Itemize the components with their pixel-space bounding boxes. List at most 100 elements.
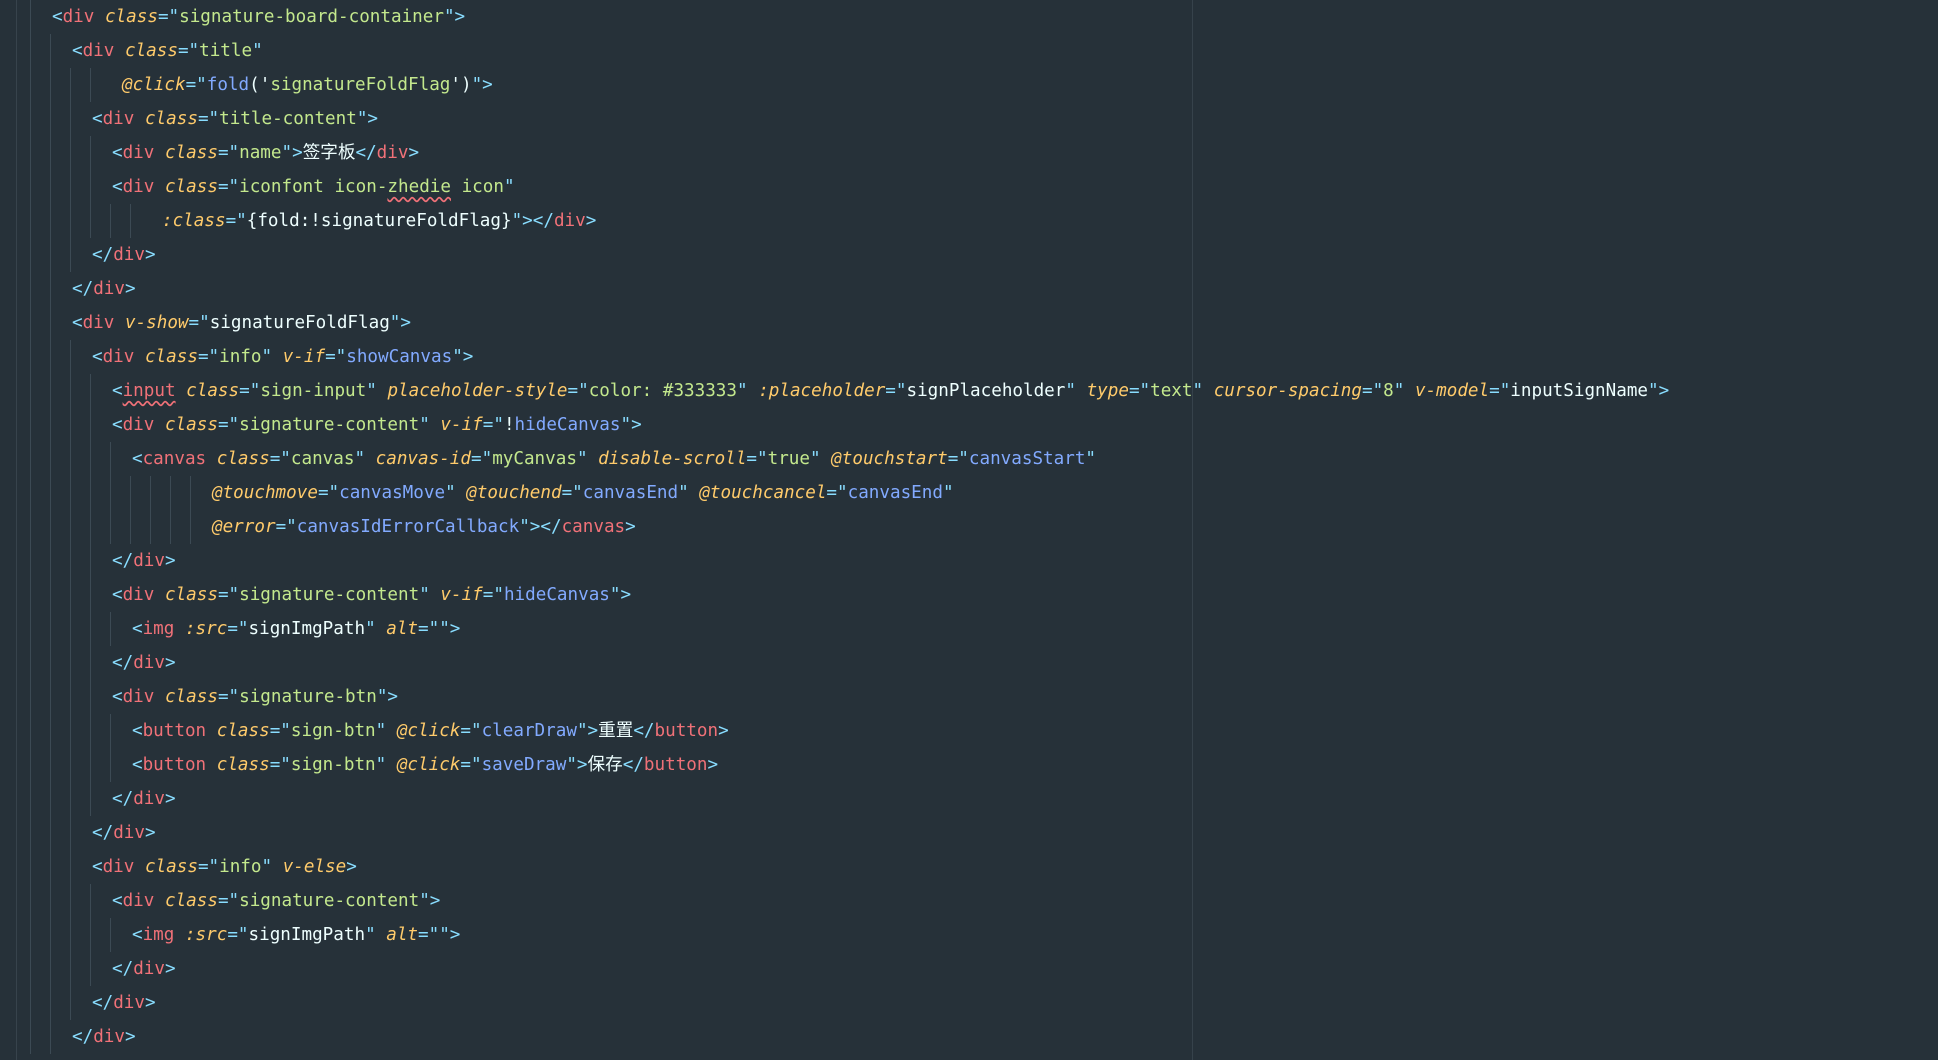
indent-guide	[30, 272, 31, 306]
code-line[interactable]: @touchmove =" canvasMove " @touchend =" canva…	[0, 476, 1938, 510]
code-line[interactable]: </div >	[0, 782, 1938, 816]
code-token: <	[112, 381, 123, 401]
code-line[interactable]: @error =" canvasIdErrorCallback "> </canvas >	[0, 510, 1938, 544]
code-token: class	[164, 891, 218, 911]
indent-guide	[50, 646, 51, 680]
code-token: canvasEnd	[582, 483, 679, 503]
indent-guide	[50, 1020, 51, 1054]
indent-guide	[30, 884, 31, 918]
code-token: type	[1086, 381, 1129, 401]
code-token: signature-content	[239, 891, 420, 911]
code-token: div	[93, 1027, 125, 1047]
indent-guide	[90, 918, 91, 952]
code-token: div	[62, 7, 95, 27]
code-token: ="	[1361, 381, 1384, 401]
code-token: "	[1065, 381, 1076, 401]
code-token: </	[532, 211, 554, 231]
code-line[interactable]: < div v-show =" signatureFoldFlag ">	[0, 306, 1938, 340]
code-token: color: #333333	[588, 381, 737, 401]
code-line[interactable]: </div >	[0, 952, 1938, 986]
code-token: </	[622, 755, 644, 775]
code-token: {fold:!signatureFoldFlag}	[246, 211, 512, 231]
indent-guide	[50, 238, 51, 272]
indent-guide	[90, 782, 91, 816]
code-line[interactable]: < div class =" signature-content " v-if =" hid…	[0, 578, 1938, 612]
code-token: canvas	[142, 449, 207, 469]
code-token: hideCanvas	[503, 585, 610, 605]
indent-guide	[50, 952, 51, 986]
code-line[interactable]: < div class =" iconfont icon-zhedie icon "	[0, 170, 1938, 204]
code-line[interactable]: </div >	[0, 816, 1938, 850]
code-token: ')	[450, 75, 472, 95]
indent-guide	[30, 204, 31, 238]
code-token: signature-content	[239, 415, 420, 435]
code-token: ="	[482, 585, 504, 605]
code-token: @click	[396, 755, 461, 775]
code-token: fold	[206, 75, 250, 95]
code-line[interactable]: </div >	[0, 544, 1938, 578]
indent-guide	[70, 918, 71, 952]
code-line[interactable]: < div class =" title-content ">	[0, 102, 1938, 136]
code-token: 签字板	[302, 143, 356, 163]
code-line[interactable]: < div class =" signature-btn ">	[0, 680, 1938, 714]
code-token: ="	[885, 381, 907, 401]
indent-guide	[50, 170, 51, 204]
code-line[interactable]: < div class =" info " v-if =" showCanvas ">	[0, 340, 1938, 374]
code-token: ="	[826, 483, 848, 503]
code-line[interactable]: < img :src =" signImgPath " alt ="">	[0, 612, 1938, 646]
code-token: showCanvas	[346, 347, 453, 367]
code-line[interactable]: < button class =" sign-btn " @click =" clearDr…	[0, 714, 1938, 748]
code-token: sign-input	[260, 381, 367, 401]
indent-guide	[190, 510, 191, 544]
indent-guide	[50, 136, 51, 170]
code-line[interactable]: @click =" fold (' signatureFoldFlag ') ">	[0, 68, 1938, 102]
code-line[interactable]: < div class =" signature-content " v-if ="! hi…	[0, 408, 1938, 442]
code-token: <	[112, 177, 123, 197]
code-line[interactable]: < button class =" sign-btn " @click =" saveDra…	[0, 748, 1938, 782]
code-line[interactable]: </div >	[0, 1020, 1938, 1054]
code-token: div	[113, 245, 145, 265]
code-token: </	[355, 143, 377, 163]
code-token: >	[124, 1027, 136, 1047]
code-line[interactable]: </div >	[0, 986, 1938, 1020]
code-token: div	[122, 687, 155, 707]
indent-guide	[110, 748, 111, 782]
code-line[interactable]: < input class =" sign-input " placeholder-st…	[0, 374, 1938, 408]
code-token: @click	[396, 721, 461, 741]
code-line[interactable]: < div class =" signature-board-container ">	[0, 0, 1938, 34]
code-token: canvasMove	[339, 483, 446, 503]
code-token: class	[144, 109, 198, 129]
code-line[interactable]: < div class =" title "	[0, 34, 1938, 68]
code-line[interactable]: < div class =" name "> 签字板 </div >	[0, 136, 1938, 170]
code-editor[interactable]: < div class =" signature-board-container "> <…	[0, 0, 1938, 1060]
code-line[interactable]: < img :src =" signImgPath " alt ="">	[0, 918, 1938, 952]
code-token: disable-scroll	[598, 449, 747, 469]
indent-guide	[30, 952, 31, 986]
code-line[interactable]: < canvas class =" canvas " canvas-id =" myCanv…	[0, 442, 1938, 476]
code-token: ">	[620, 415, 642, 435]
indent-guide	[50, 204, 51, 238]
code-token: canvas	[290, 449, 355, 469]
code-token: ="	[460, 755, 482, 775]
code-token: <	[132, 619, 143, 639]
code-token: </	[112, 653, 134, 673]
code-line[interactable]: </div >	[0, 272, 1938, 306]
code-line[interactable]: < div class =" signature-content ">	[0, 884, 1938, 918]
code-line[interactable]: </div >	[0, 646, 1938, 680]
code-token: ="	[227, 925, 249, 945]
code-line[interactable]: </div >	[0, 238, 1938, 272]
code-line[interactable]: :class =" {fold:!signatureFoldFlag} "> </div…	[0, 204, 1938, 238]
code-token: cursor-spacing	[1213, 381, 1362, 401]
indent-guide	[90, 714, 91, 748]
code-token: div	[122, 143, 155, 163]
code-token: ="	[185, 75, 207, 95]
code-line[interactable]: < div class =" info " v-else >	[0, 850, 1938, 884]
indent-guide	[30, 238, 31, 272]
indent-guide	[30, 510, 31, 544]
code-token: "	[261, 857, 273, 877]
